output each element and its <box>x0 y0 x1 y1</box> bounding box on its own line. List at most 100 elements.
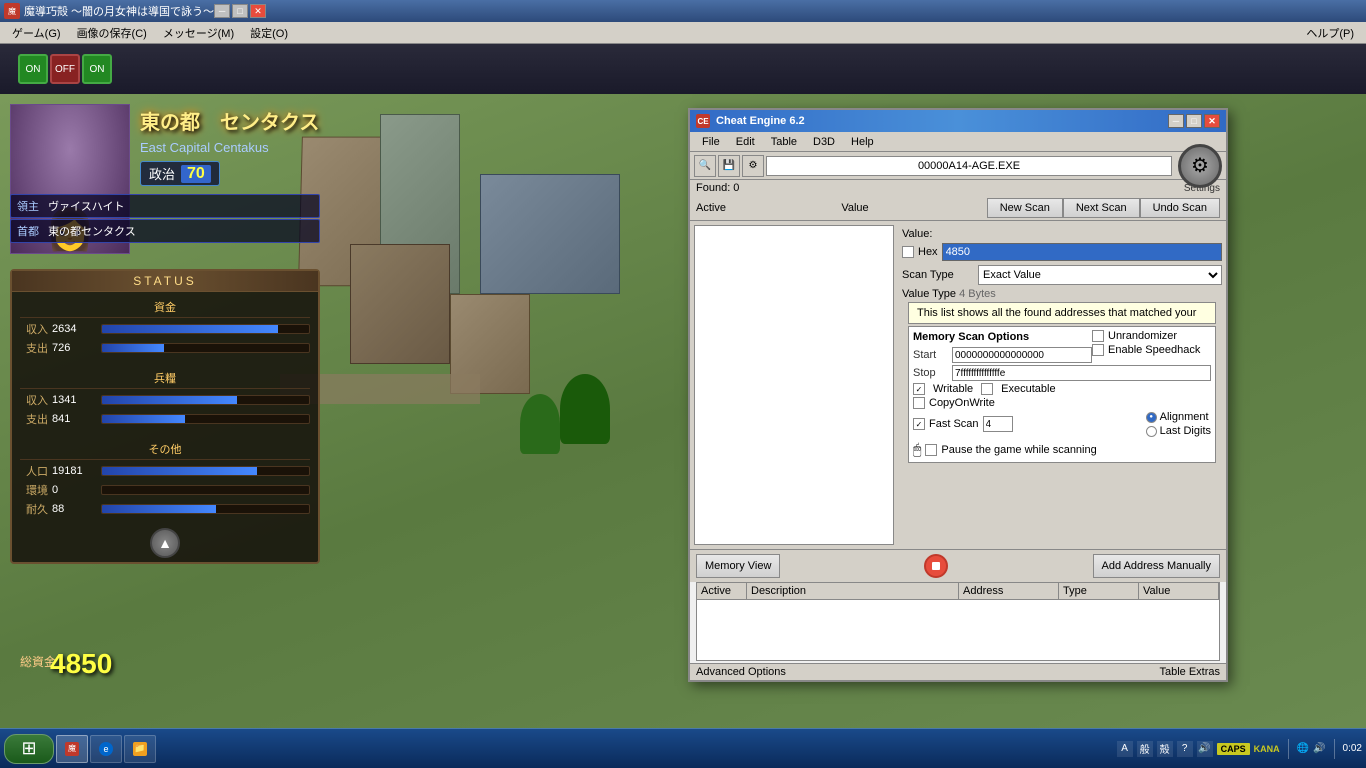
left-panel: 👩 東の都 センタクス East Capital Centakus 政治 70 <box>0 94 340 728</box>
game-menu-settings[interactable]: 設定(O) <box>242 23 296 43</box>
building-3 <box>480 174 620 294</box>
ce-start-input[interactable] <box>952 347 1092 363</box>
ce-menu-d3d[interactable]: D3D <box>805 134 843 150</box>
environment-row: 環境 0 <box>20 482 310 498</box>
taskbar-item-explorer[interactable]: 📁 <box>124 735 156 763</box>
ce-window-controls: ─ □ ✕ <box>1168 114 1220 128</box>
ce-executable-checkbox[interactable] <box>981 383 993 395</box>
ce-alignment-area: Alignment Last Digits <box>1146 411 1211 437</box>
up-arrow-area: ▲ <box>12 524 318 562</box>
undo-scan-button[interactable]: Undo Scan <box>1140 198 1220 218</box>
ce-pause-checkbox[interactable] <box>925 444 937 456</box>
ce-close-button[interactable]: ✕ <box>1204 114 1220 128</box>
taskbar-game-icon: 魔 <box>65 742 79 756</box>
start-button[interactable]: ⊞ <box>4 734 54 764</box>
population-label: 人口 <box>20 463 48 479</box>
tree-2 <box>560 374 610 444</box>
ce-fast-scan-row: Fast Scan Alignment Last Digits <box>913 411 1211 437</box>
alignment-radio[interactable] <box>1146 412 1157 423</box>
environment-value: 0 <box>52 484 97 496</box>
ce-menu-file[interactable]: File <box>694 134 728 150</box>
game-minimize-button[interactable]: ─ <box>214 4 230 18</box>
politics-label: 政治 <box>149 164 175 183</box>
last-digits-row: Last Digits <box>1146 425 1211 437</box>
lord-info: 領主 ヴァイスハイト <box>10 194 320 218</box>
ce-minimize-button[interactable]: ─ <box>1168 114 1184 128</box>
toolbar-btn-1[interactable]: ON <box>18 54 48 84</box>
ce-scan-type-dropdown[interactable]: Exact Value Bigger than... Smaller than.… <box>978 265 1222 285</box>
ce-scan-options: Value: Hex Scan Type Exact Value Bigger … <box>898 221 1226 549</box>
network-icon: 🌐 <box>1297 743 1309 754</box>
ce-hex-checkbox[interactable] <box>902 246 914 258</box>
memory-view-button[interactable]: Memory View <box>696 554 780 578</box>
status-title: STATUS <box>12 271 318 292</box>
ce-footer: Advanced Options Table Extras <box>690 663 1226 680</box>
ce-pointer-icon[interactable]: 🖱 <box>913 441 921 458</box>
game-menu-message[interactable]: メッセージ(M) <box>155 23 242 43</box>
toolbar-btn-2[interactable]: OFF <box>50 54 80 84</box>
taskbar: ⊞ 魔 e 📁 A 般 殻 ? 🔊 CAPS KANA 🌐 🔊 0:02 <box>0 728 1366 768</box>
ce-advanced-options[interactable]: Advanced Options <box>696 666 786 678</box>
heirou-income-value: 1341 <box>52 394 97 406</box>
ce-copyonwrite-checkbox[interactable] <box>913 397 925 409</box>
ce-tool-btn-2[interactable]: 💾 <box>718 155 740 177</box>
ce-stop-button[interactable] <box>924 554 948 578</box>
new-scan-button[interactable]: New Scan <box>987 198 1063 218</box>
heirou-title: 兵糧 <box>20 370 310 389</box>
game-menu-image[interactable]: 画像の保存(C) <box>69 23 155 43</box>
ce-tool-btn-3[interactable]: ⚙ <box>742 155 764 177</box>
toolbar-btn-3[interactable]: ON <box>82 54 112 84</box>
game-maximize-button[interactable]: □ <box>232 4 248 18</box>
shisan-expense-row: 支出 726 <box>20 340 310 356</box>
lord-name: ヴァイスハイト <box>48 201 124 213</box>
ce-writable-executable-row: Writable Executable <box>913 383 1211 395</box>
population-value: 19181 <box>52 465 97 477</box>
game-menu-help[interactable]: ヘルプ(P) <box>1298 23 1362 43</box>
game-menu-game[interactable]: ゲーム(G) <box>4 23 69 43</box>
capital-info: 首都 東の都センタクス <box>10 219 320 243</box>
ce-menu-help[interactable]: Help <box>843 134 882 150</box>
ce-address-input[interactable] <box>766 156 1172 176</box>
tray-divider-2 <box>1334 739 1335 759</box>
taskbar-ie-icon: e <box>99 742 113 756</box>
time-value: 0:02 <box>1343 743 1362 754</box>
ce-fastscan-checkbox[interactable] <box>913 418 925 430</box>
ce-stop-input[interactable] <box>952 365 1211 381</box>
ce-value-header: Value <box>841 202 986 214</box>
ce-writable-checkbox[interactable] <box>913 383 925 395</box>
ce-lower-table-header: Active Description Address Type Value <box>697 583 1219 600</box>
ce-settings-icon[interactable]: ⚙ <box>1178 144 1222 188</box>
heirou-income-row: 収入 1341 <box>20 392 310 408</box>
shisan-expense-value: 726 <box>52 342 97 354</box>
ce-titlebar: CE Cheat Engine 6.2 ─ □ ✕ <box>690 110 1226 132</box>
ce-fastscan-input[interactable] <box>983 416 1013 432</box>
ce-pointer-pause-row: 🖱 Pause the game while scanning <box>913 441 1211 458</box>
shisan-income-value: 2634 <box>52 323 97 335</box>
speedhack-checkbox[interactable] <box>1092 344 1104 356</box>
ce-address-list[interactable] <box>694 225 894 545</box>
alignment-label: Alignment <box>1160 411 1209 423</box>
tree-1 <box>520 394 560 454</box>
stop-icon-inner <box>932 562 940 570</box>
ce-toolbar: 🔍 💾 ⚙ ⚙ <box>690 152 1226 180</box>
heirou-expense-value: 841 <box>52 413 97 425</box>
taskbar-item-ie[interactable]: e <box>90 735 122 763</box>
taskbar-explorer-icon: 📁 <box>133 742 147 756</box>
cheat-engine-window: CE Cheat Engine 6.2 ─ □ ✕ File Edit Tabl… <box>688 108 1228 682</box>
unrandomizer-checkbox[interactable] <box>1092 330 1104 342</box>
up-arrow-button[interactable]: ▲ <box>150 528 180 558</box>
environment-label: 環境 <box>20 482 48 498</box>
last-digits-radio[interactable] <box>1146 426 1157 437</box>
ce-value-input[interactable] <box>942 243 1222 261</box>
ce-table-extras[interactable]: Table Extras <box>1159 666 1220 678</box>
game-title: 魔導巧殻 ～闇の月女神は導国で詠う～ <box>24 3 214 19</box>
ce-menu-edit[interactable]: Edit <box>728 134 763 150</box>
game-close-button[interactable]: ✕ <box>250 4 266 18</box>
address-col: Address <box>959 583 1059 599</box>
ce-maximize-button[interactable]: □ <box>1186 114 1202 128</box>
add-address-button[interactable]: Add Address Manually <box>1093 554 1220 578</box>
next-scan-button[interactable]: Next Scan <box>1063 198 1140 218</box>
ce-tool-btn-1[interactable]: 🔍 <box>694 155 716 177</box>
taskbar-item-game[interactable]: 魔 <box>56 735 88 763</box>
ce-menu-table[interactable]: Table <box>763 134 805 150</box>
